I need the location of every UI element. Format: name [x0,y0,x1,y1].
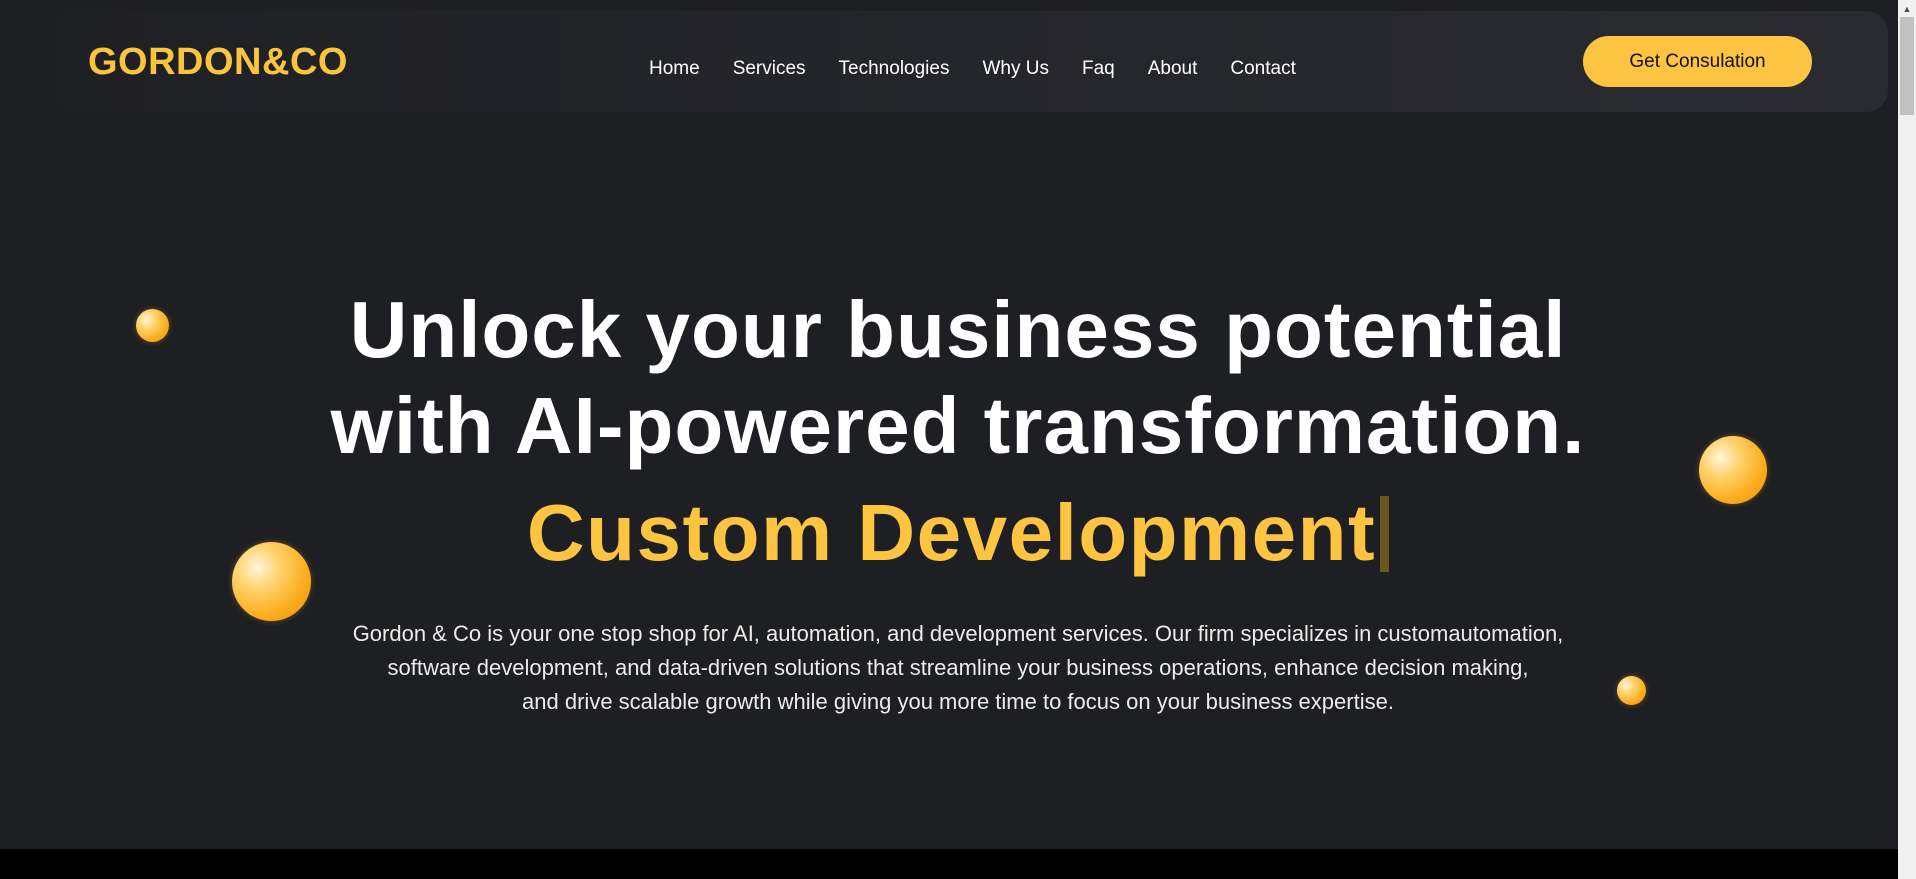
hero-title-line-2: with AI-powered transformation. [330,381,1586,470]
get-consultation-button[interactable]: Get Consulation [1583,36,1812,87]
logo[interactable]: GORDON&CO [88,41,348,84]
nav-item-home: Home [649,58,700,80]
nav-item-faq: Faq [1082,58,1115,80]
scrollbar-thumb[interactable] [1900,17,1914,115]
nav-link-technologies[interactable]: Technologies [839,58,950,79]
nav-link-about[interactable]: About [1148,58,1198,79]
nav-link-contact[interactable]: Contact [1230,58,1295,79]
nav-item-why-us: Why Us [982,58,1049,80]
page: GORDON&CO Home Services Technologies Why… [0,0,1916,879]
hero-description: Gordon & Co is your one stop shop for AI… [0,617,1916,719]
scrollbar[interactable]: ▲ [1898,0,1916,879]
nav-item-about: About [1148,58,1198,80]
typed-text: Custom Development [526,488,1377,577]
hero-description-line-2: software development, and data-driven so… [387,655,1529,680]
navbar: GORDON&CO Home Services Technologies Why… [58,11,1888,112]
nav-link-services[interactable]: Services [733,58,806,79]
hero-title-line-1: Unlock your business potential [349,285,1567,374]
nav-link-home[interactable]: Home [649,58,700,79]
nav-item-contact: Contact [1230,58,1295,80]
nav-links: Home Services Technologies Why Us Faq Ab… [649,58,1296,80]
typed-headline: Custom Development [0,486,1916,580]
next-section-edge [0,849,1900,879]
nav-link-faq[interactable]: Faq [1082,58,1115,79]
scroll-up-arrow-icon[interactable]: ▲ [1898,0,1916,17]
nav-item-services: Services [733,58,806,80]
nav-item-technologies: Technologies [839,58,950,80]
hero-description-line-1: Gordon & Co is your one stop shop for AI… [352,621,1564,646]
typing-cursor [1380,496,1390,572]
hero-title: Unlock your business potential with AI-p… [0,282,1916,474]
hero-description-line-3: and drive scalable growth while giving y… [522,689,1394,714]
nav-link-why-us[interactable]: Why Us [982,58,1049,79]
